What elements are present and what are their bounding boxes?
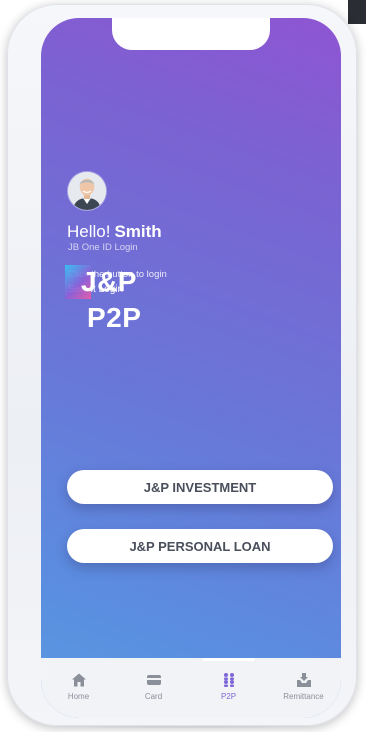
bottom-tab-bar: Home Card P2P Remittance bbox=[41, 658, 341, 718]
brand-logo: J&P P2P bbox=[65, 261, 175, 361]
card-icon bbox=[146, 675, 161, 685]
phone-frame: Hello! Smith JB One ID Login Click the bu… bbox=[7, 4, 357, 726]
brand-line2: P2P bbox=[87, 302, 142, 333]
greeting-hello: Hello! bbox=[67, 222, 111, 241]
investment-button[interactable]: J&P INVESTMENT bbox=[67, 470, 333, 504]
notch bbox=[112, 18, 270, 50]
greeting-heading: Hello! Smith bbox=[67, 222, 162, 242]
p2p-people-icon bbox=[223, 673, 234, 687]
tab-card[interactable]: Card bbox=[124, 658, 184, 718]
background-corner bbox=[348, 0, 366, 24]
login-subtitle: JB One ID Login bbox=[68, 242, 138, 253]
brand-line1: J&P bbox=[81, 266, 137, 297]
avatar-image bbox=[68, 172, 106, 210]
tab-remittance[interactable]: Remittance bbox=[274, 658, 334, 718]
tab-p2p[interactable]: P2P bbox=[199, 658, 259, 718]
remittance-icon bbox=[296, 673, 311, 687]
avatar[interactable] bbox=[68, 172, 106, 210]
tab-card-label: Card bbox=[144, 692, 163, 701]
tab-home[interactable]: Home bbox=[49, 658, 109, 718]
phone-screen: Hello! Smith JB One ID Login Click the bu… bbox=[41, 18, 341, 718]
tab-home-label: Home bbox=[67, 692, 90, 701]
tab-remittance-label: Remittance bbox=[283, 692, 324, 701]
user-name: Smith bbox=[114, 222, 162, 241]
home-icon bbox=[71, 673, 86, 687]
personal-loan-button[interactable]: J&P PERSONAL LOAN bbox=[67, 529, 333, 563]
tab-p2p-label: P2P bbox=[220, 692, 237, 701]
